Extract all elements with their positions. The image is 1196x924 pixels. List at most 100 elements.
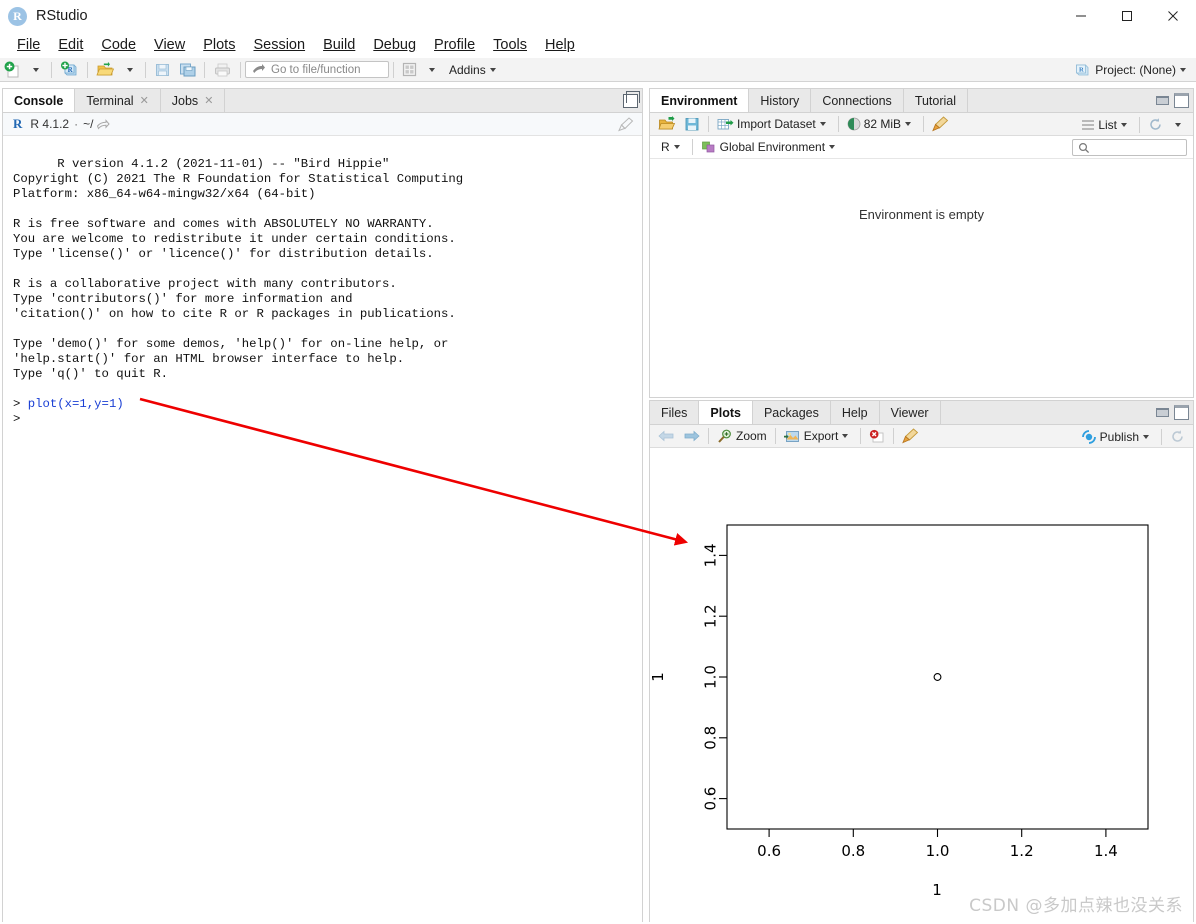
menu-edit-label: Edit xyxy=(58,37,84,53)
clear-all-plots-button[interactable] xyxy=(899,426,922,446)
tab-packages[interactable]: Packages xyxy=(752,401,831,424)
close-icon[interactable]: ✕ xyxy=(204,94,213,107)
publish-plot-button[interactable]: Publish xyxy=(1078,427,1156,447)
remove-plot-button[interactable] xyxy=(866,426,888,446)
open-file-button[interactable] xyxy=(93,60,118,80)
clear-environment-button[interactable] xyxy=(929,114,952,134)
environment-view-mode-button[interactable]: List xyxy=(1078,115,1134,135)
plots-pane-window-controls xyxy=(1156,401,1189,424)
data-point xyxy=(933,673,942,681)
memory-usage-button[interactable]: 82 MiB xyxy=(844,114,918,134)
import-dataset-button[interactable]: Import Dataset xyxy=(714,114,833,134)
chevron-down-icon xyxy=(1175,122,1181,127)
x-axis-tick-label: 0.8 xyxy=(841,842,865,860)
chevron-down-icon xyxy=(829,145,836,149)
toolbar-separator xyxy=(708,116,709,132)
menu-tools[interactable]: Tools xyxy=(484,35,536,55)
environment-search-input[interactable] xyxy=(1072,139,1187,156)
open-working-directory-icon[interactable] xyxy=(97,118,111,130)
main-toolbar: R Go to file/function Addins R Project: … xyxy=(0,58,1196,82)
tab-connections[interactable]: Connections xyxy=(811,89,904,112)
goto-file-function-input[interactable]: Go to file/function xyxy=(245,61,389,78)
chevron-down-icon xyxy=(429,67,435,72)
menu-plots[interactable]: Plots xyxy=(194,35,244,55)
save-button[interactable] xyxy=(151,60,174,80)
y-axis-tick-label: 1.2 xyxy=(702,604,720,628)
environment-pane-tabs: Environment History Connections Tutorial xyxy=(650,89,1193,113)
rstudio-window: R RStudio File Edit Code View Plots Sess… xyxy=(0,0,1196,924)
tab-files[interactable]: Files xyxy=(650,401,700,424)
next-plot-button[interactable] xyxy=(680,426,703,446)
tab-history[interactable]: History xyxy=(749,89,812,112)
toolbar-separator xyxy=(51,61,52,78)
menu-code[interactable]: Code xyxy=(92,35,145,55)
maximize-pane-icon[interactable] xyxy=(1174,93,1189,108)
global-environment-selector[interactable]: Global Environment xyxy=(698,137,842,157)
menu-edit[interactable]: Edit xyxy=(49,35,92,55)
menu-plots-label: Plots xyxy=(203,37,236,53)
addins-button[interactable]: Addins xyxy=(444,60,503,80)
save-all-button[interactable] xyxy=(176,60,199,80)
close-icon[interactable]: ✕ xyxy=(140,94,149,107)
zoom-plot-button[interactable]: Zoom xyxy=(714,426,770,446)
maximize-pane-icon[interactable] xyxy=(1174,405,1189,420)
export-plot-button[interactable]: Export xyxy=(781,426,856,446)
open-file-dropdown[interactable] xyxy=(120,60,140,80)
console-status-separator: · xyxy=(74,117,79,131)
workbench-panes-dropdown[interactable] xyxy=(422,60,442,80)
menu-debug[interactable]: Debug xyxy=(364,35,425,55)
tab-environment[interactable]: Environment xyxy=(650,89,750,112)
toolbar-separator xyxy=(837,116,839,132)
new-file-dropdown[interactable] xyxy=(26,60,46,80)
workbench-panes-button[interactable] xyxy=(399,60,420,80)
print-button[interactable] xyxy=(210,60,235,80)
menu-file[interactable]: File xyxy=(8,35,49,55)
chevron-down-icon xyxy=(33,67,39,72)
rstudio-logo-letter: R xyxy=(13,8,22,23)
console-output[interactable]: R version 4.1.2 (2021-11-01) -- "Bird Hi… xyxy=(3,136,642,922)
tab-console[interactable]: Console xyxy=(3,89,76,112)
menu-profile[interactable]: Profile xyxy=(425,35,484,55)
zoom-plot-label: Zoom xyxy=(736,429,767,443)
chevron-down-icon xyxy=(905,122,912,126)
console-pane-tabs: Console Terminal ✕ Jobs ✕ xyxy=(3,89,642,113)
plot-canvas[interactable]: 0.6 0.8 1.0 1.2 1.4 0.6 0.8 1.0 1.2 1.4 1 1 CSDN… xyxy=(650,448,1193,922)
menu-help[interactable]: Help xyxy=(536,35,584,55)
tab-jobs[interactable]: Jobs ✕ xyxy=(160,89,226,112)
save-workspace-button[interactable] xyxy=(681,114,703,134)
minimize-pane-icon[interactable] xyxy=(1156,96,1169,105)
environment-language-label: R xyxy=(661,140,670,154)
refresh-plot-button[interactable] xyxy=(1167,427,1188,447)
load-workspace-button[interactable] xyxy=(655,114,679,134)
tab-plots[interactable]: Plots xyxy=(699,401,753,424)
previous-plot-button[interactable] xyxy=(655,426,678,446)
close-button[interactable] xyxy=(1150,0,1196,32)
new-file-button[interactable] xyxy=(1,60,24,80)
tab-viewer[interactable]: Viewer xyxy=(879,401,941,424)
svg-text:R: R xyxy=(1079,67,1084,74)
project-selector[interactable]: R Project: (None) xyxy=(1075,58,1190,82)
menu-view[interactable]: View xyxy=(145,35,194,55)
new-project-button[interactable]: R xyxy=(57,60,82,80)
maximize-button[interactable] xyxy=(1104,0,1150,32)
console-status-bar: R R 4.1.2 · ~/ xyxy=(3,113,642,136)
magnifier-icon xyxy=(717,429,733,444)
menu-bar: File Edit Code View Plots Session Build … xyxy=(0,32,1196,58)
minimize-button[interactable] xyxy=(1058,0,1104,32)
tab-tutorial[interactable]: Tutorial xyxy=(903,89,969,112)
memory-usage-label: 82 MiB xyxy=(863,117,902,131)
plot-frame xyxy=(726,524,1149,830)
menu-build[interactable]: Build xyxy=(314,35,364,55)
menu-session[interactable]: Session xyxy=(244,35,314,55)
minimize-pane-icon[interactable] xyxy=(1156,408,1169,417)
tab-terminal[interactable]: Terminal ✕ xyxy=(75,89,161,112)
refresh-environment-button[interactable] xyxy=(1145,115,1166,135)
environment-language-selector[interactable]: R xyxy=(655,137,687,157)
chevron-down-icon xyxy=(1121,122,1127,127)
refresh-environment-dropdown[interactable] xyxy=(1168,115,1188,135)
clear-console-icon[interactable] xyxy=(618,117,634,132)
export-icon xyxy=(783,429,801,444)
tab-help[interactable]: Help xyxy=(830,401,880,424)
y-axis-tick-label: 1.0 xyxy=(702,665,720,689)
restore-pane-icon[interactable] xyxy=(623,90,640,108)
